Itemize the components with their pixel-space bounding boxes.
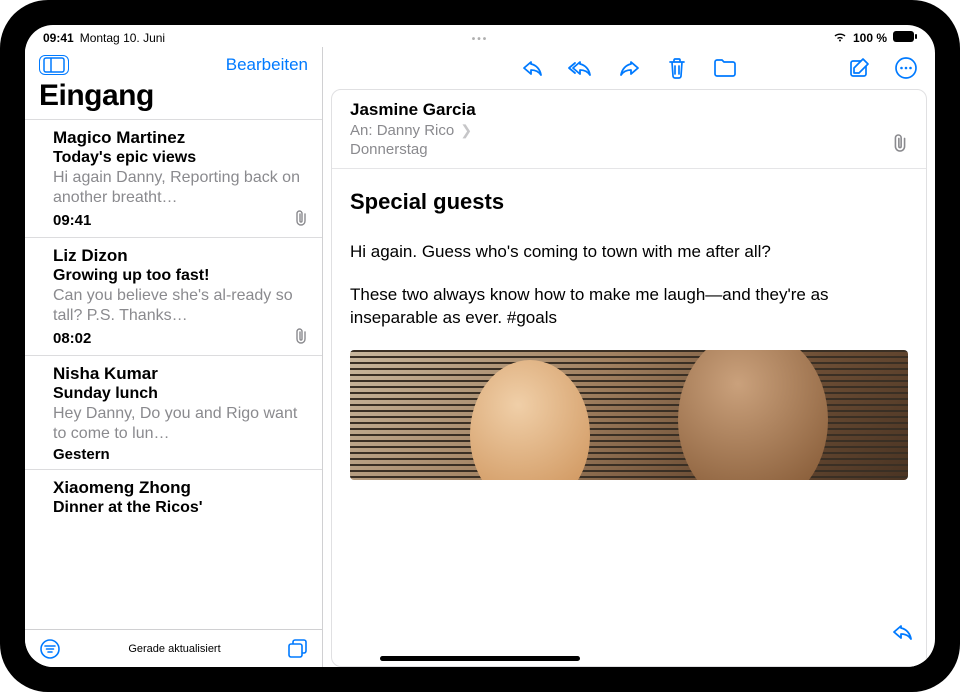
wifi-icon (833, 31, 847, 45)
message-card: Jasmine Garcia An: Danny Rico ❯ Donnerst… (331, 89, 927, 667)
sidebar-toggle-button[interactable] (39, 55, 69, 75)
message-list: Magico Martinez Today's epic views Hi ag… (25, 119, 322, 629)
screen: 09:41 Montag 10. Juni ••• 100 % (25, 25, 935, 667)
mail-date: Donnerstag (350, 141, 476, 158)
message-subject: Growing up too fast! (53, 267, 308, 285)
reply-button[interactable] (520, 57, 546, 79)
message-time: 09:41 (53, 212, 91, 229)
message-sender: Liz Dizon (53, 246, 308, 266)
message-preview: Hi again Danny, Reporting back on anothe… (53, 168, 308, 208)
status-time: 09:41 (43, 31, 74, 45)
inbox-sidebar: Bearbeiten Eingang Magico Martinez Today… (25, 47, 323, 667)
to-line[interactable]: An: Danny Rico ❯ (350, 122, 476, 139)
status-date: Montag 10. Juni (80, 31, 165, 45)
message-subject: Sunday lunch (53, 385, 308, 403)
mail-subject: Special guests (350, 189, 908, 215)
message-preview: Hey Danny, Do you and Rigo want to come … (53, 404, 308, 444)
battery-percent: 100 % (853, 31, 887, 45)
forward-button[interactable] (616, 57, 642, 79)
ipad-frame: 09:41 Montag 10. Juni ••• 100 % (0, 0, 960, 692)
mail-toolbar (323, 47, 935, 89)
paperclip-icon (294, 328, 308, 349)
mailboxes-button[interactable] (288, 639, 308, 659)
mail-paragraph: Hi again. Guess who's coming to town wit… (350, 241, 908, 264)
compose-button[interactable] (847, 57, 873, 79)
move-button[interactable] (712, 57, 738, 79)
mail-paragraph: These two always know how to make me lau… (350, 284, 908, 330)
more-button[interactable] (893, 57, 919, 79)
status-bar: 09:41 Montag 10. Juni ••• 100 % (25, 25, 935, 47)
message-time: 08:02 (53, 330, 91, 347)
message-sender: Xiaomeng Zhong (53, 478, 308, 498)
to-name: Danny Rico (377, 122, 455, 139)
multitask-dots-icon[interactable]: ••• (472, 31, 489, 45)
mail-pane: Jasmine Garcia An: Danny Rico ❯ Donnerst… (323, 47, 935, 667)
chevron-right-icon: ❯ (460, 122, 472, 138)
message-time: Gestern (53, 446, 110, 463)
home-indicator[interactable] (380, 656, 580, 661)
message-subject: Dinner at the Ricos' (53, 499, 308, 517)
message-sender: Nisha Kumar (53, 364, 308, 384)
paperclip-icon (892, 133, 908, 158)
to-label: An: (350, 122, 373, 139)
message-preview: Can you believe she's al-ready so tall? … (53, 286, 308, 326)
message-sender: Magico Martinez (53, 128, 308, 148)
inbox-title: Eingang (25, 77, 322, 119)
mail-attachment-image[interactable] (350, 350, 908, 480)
paperclip-icon (294, 210, 308, 231)
message-item[interactable]: Liz Dizon Growing up too fast! Can you b… (25, 238, 322, 356)
sidebar-bottom-bar: Gerade aktualisiert (25, 629, 322, 667)
message-item[interactable]: Nisha Kumar Sunday lunch Hey Danny, Do y… (25, 356, 322, 470)
quick-reply-button[interactable] (891, 622, 915, 647)
message-item[interactable]: Magico Martinez Today's epic views Hi ag… (25, 119, 322, 238)
battery-icon (893, 31, 917, 45)
reply-all-button[interactable] (568, 57, 594, 79)
edit-button[interactable]: Bearbeiten (226, 55, 308, 75)
mail-body: Special guests Hi again. Guess who's com… (332, 169, 926, 500)
message-item[interactable]: Xiaomeng Zhong Dinner at the Ricos' (25, 470, 322, 523)
message-subject: Today's epic views (53, 149, 308, 167)
delete-button[interactable] (664, 57, 690, 79)
sync-status: Gerade aktualisiert (128, 643, 220, 655)
filter-button[interactable] (39, 638, 61, 660)
from-name[interactable]: Jasmine Garcia (350, 100, 476, 120)
